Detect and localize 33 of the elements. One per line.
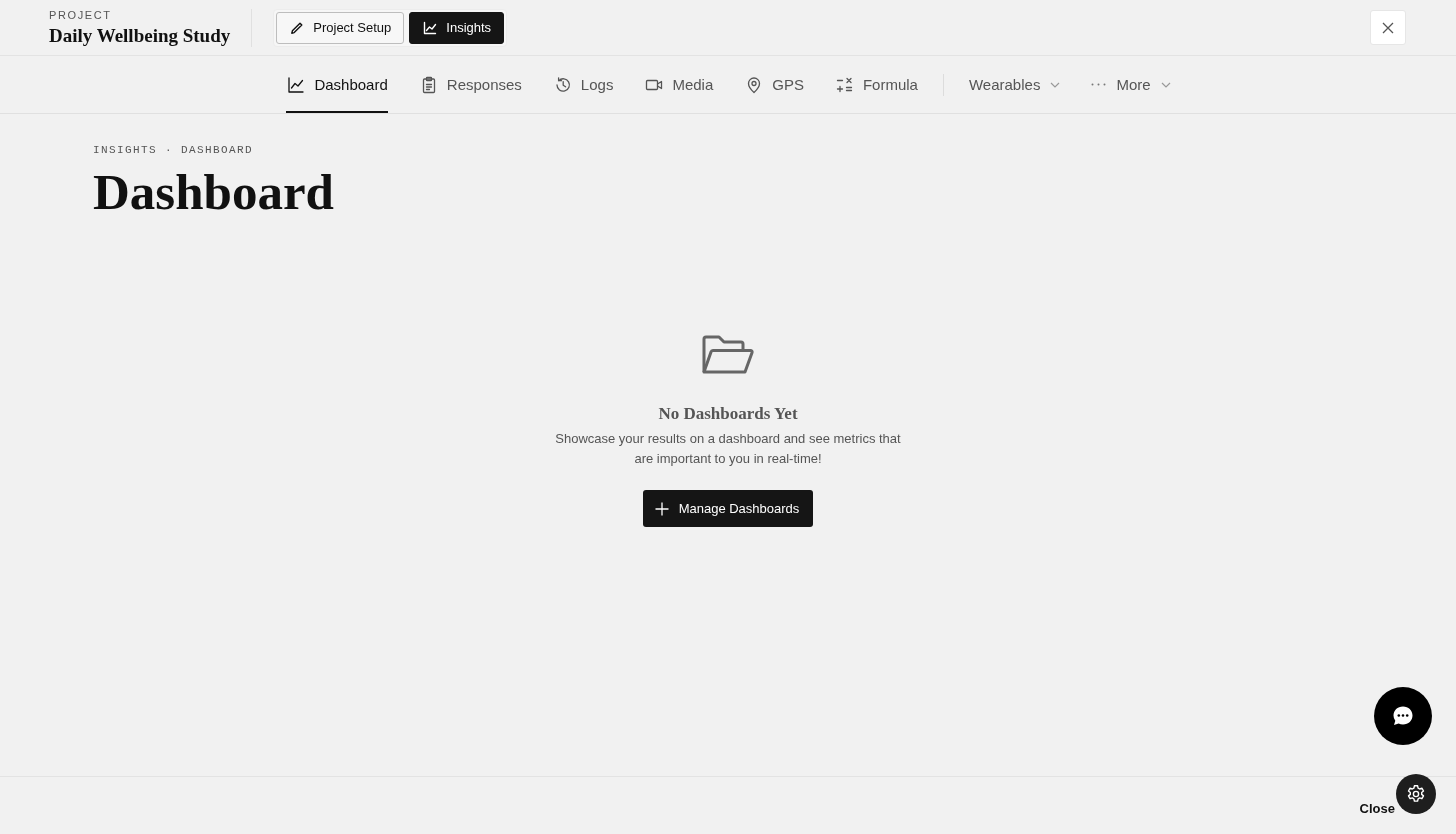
pencil-icon: [290, 20, 305, 35]
close-icon: [1382, 21, 1394, 34]
settings-button[interactable]: [1396, 774, 1436, 814]
mode-button[interactable]: Insights: [409, 11, 505, 44]
formula-icon: [835, 75, 854, 94]
project-eyebrow: PROJECT: [49, 8, 112, 22]
line-chart-icon: [423, 20, 438, 35]
folder-icon: [702, 335, 754, 375]
nav-tab[interactable]: Responses: [418, 56, 522, 113]
nav-dropdown[interactable]: More: [1091, 56, 1171, 113]
nav-dropdown[interactable]: Wearables: [968, 56, 1061, 113]
chevron-down-icon: [1050, 81, 1061, 88]
line-chart-icon: [287, 75, 306, 94]
close-link[interactable]: Close: [1359, 801, 1395, 816]
mode-button[interactable]: Project Setup: [276, 11, 405, 44]
settings-icon: [1406, 784, 1426, 804]
empty-state-title: No Dashboards Yet: [658, 404, 798, 424]
breadcrumb: INSIGHTS · DASHBOARD: [93, 143, 254, 157]
nav-tab[interactable]: GPS: [744, 56, 804, 113]
chat-bubble-icon: [1391, 704, 1415, 728]
project-title: Daily Wellbeing Study: [49, 24, 231, 47]
nav-tab[interactable]: Formula: [834, 56, 918, 113]
history-icon: [553, 75, 572, 94]
page-title: Dashboard: [93, 163, 334, 221]
chat-button[interactable]: [1374, 687, 1432, 745]
empty-state-description: Showcase your results on a dashboard and see metrics that are important to you in real-time!: [554, 430, 902, 468]
ellipsis-icon: [1091, 83, 1107, 86]
plus-icon: [654, 501, 669, 516]
chevron-down-icon: [1160, 81, 1171, 88]
nav-tab[interactable]: Logs: [552, 56, 614, 113]
manage-dashboards-button[interactable]: Manage Dashboards: [642, 490, 814, 527]
nav-tab[interactable]: Media: [644, 56, 714, 113]
nav-tab[interactable]: Dashboard: [286, 56, 388, 113]
